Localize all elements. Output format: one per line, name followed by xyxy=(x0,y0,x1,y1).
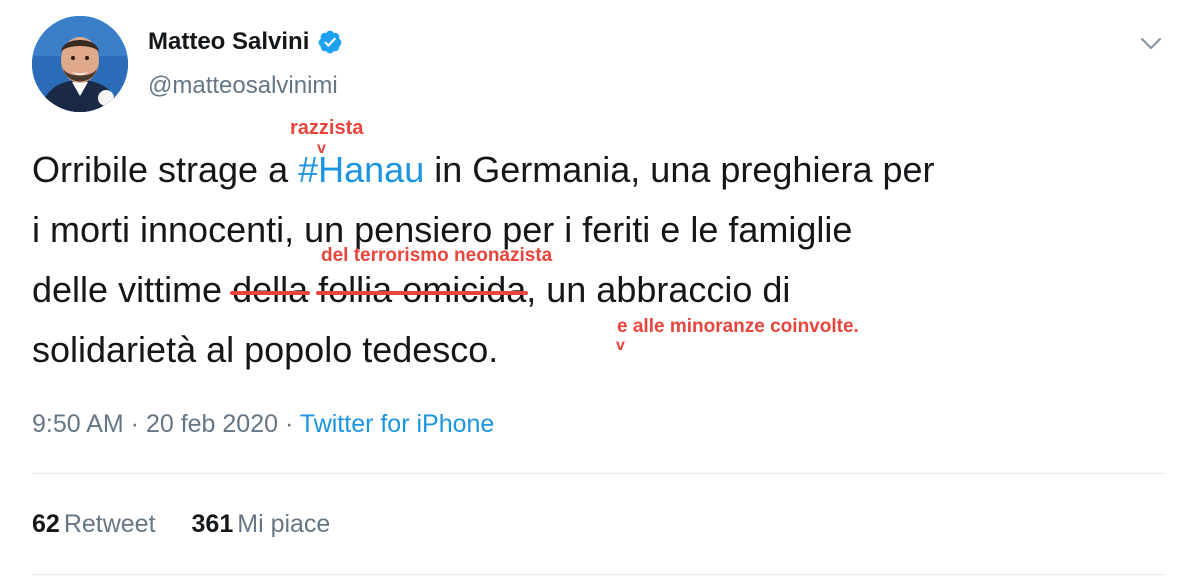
struck-word: follia omicida xyxy=(318,269,527,310)
retweets-stat[interactable]: 62 Retweet xyxy=(32,510,156,539)
tweet-line-2: i morti innocenti, un pensiero per i fer… xyxy=(32,209,853,250)
meta-separator: · xyxy=(278,410,300,438)
tweet-line-1: Orribile strage a #Hanau in Germania, un… xyxy=(32,140,1172,200)
avatar[interactable] xyxy=(32,16,128,112)
annotation-caret: v xyxy=(616,337,625,354)
struck-text-follia-omicida: follia omicida xyxy=(316,260,529,320)
author-name-row[interactable]: Matteo Salvini xyxy=(148,28,343,56)
tweet-stats: 62 Retweet 361 Mi piace xyxy=(32,510,330,539)
tweet-text-segment: Orribile strage xyxy=(32,149,269,190)
likes-label: Mi piace xyxy=(237,510,331,538)
author-display-name[interactable]: Matteo Salvini xyxy=(148,28,309,56)
meta-separator: · xyxy=(123,410,146,438)
divider xyxy=(32,574,1166,575)
tweet-time[interactable]: 9:50 AM xyxy=(32,410,124,438)
tweet-card: Matteo Salvini @matteosalvinimi Orribile… xyxy=(0,0,1196,576)
tweet-text-segment: delle vittime xyxy=(32,269,233,310)
avatar-image xyxy=(32,16,128,112)
tweet-line-4: solidarietà al popolo tedesco. xyxy=(32,329,499,370)
likes-count: 361 xyxy=(191,510,234,538)
tweet-text-segment: , un abbraccio di xyxy=(526,269,791,310)
tweet-metadata: 9:50 AM · 20 feb 2020 · Twitter for iPho… xyxy=(32,410,494,439)
author-handle[interactable]: @matteosalvinimi xyxy=(148,72,338,100)
tweet-date[interactable]: 20 feb 2020 xyxy=(146,410,278,438)
tweet-text-segment: in Germania, una preghiera per xyxy=(424,149,935,190)
divider xyxy=(32,473,1166,474)
verified-badge-icon xyxy=(317,29,343,55)
tweet-source-link[interactable]: Twitter for iPhone xyxy=(300,410,495,438)
strikethrough-mark xyxy=(316,291,529,296)
chevron-down-icon[interactable] xyxy=(1138,30,1164,56)
annotation-caret: v xyxy=(317,140,326,157)
struck-text-della: della xyxy=(230,260,311,320)
retweets-count: 62 xyxy=(32,510,60,538)
retweets-label: Retweet xyxy=(63,510,156,538)
annotation-minoranze: e alle minoranze coinvolte. xyxy=(617,316,859,337)
strikethrough-mark xyxy=(230,291,311,296)
tweet-text-segment: a xyxy=(268,149,299,190)
likes-stat[interactable]: 361 Mi piace xyxy=(192,510,331,539)
tweet-text: Orribile strage a #Hanau in Germania, un… xyxy=(32,140,1172,380)
annotation-terrorismo: del terrorismo neonazista xyxy=(321,245,553,266)
tweet-line-3: delle vittime della follia omicida, un a… xyxy=(32,260,1172,320)
tweet-text-segment xyxy=(308,269,318,310)
annotation-razzista: razzista xyxy=(290,117,364,139)
struck-word: della xyxy=(232,269,309,310)
